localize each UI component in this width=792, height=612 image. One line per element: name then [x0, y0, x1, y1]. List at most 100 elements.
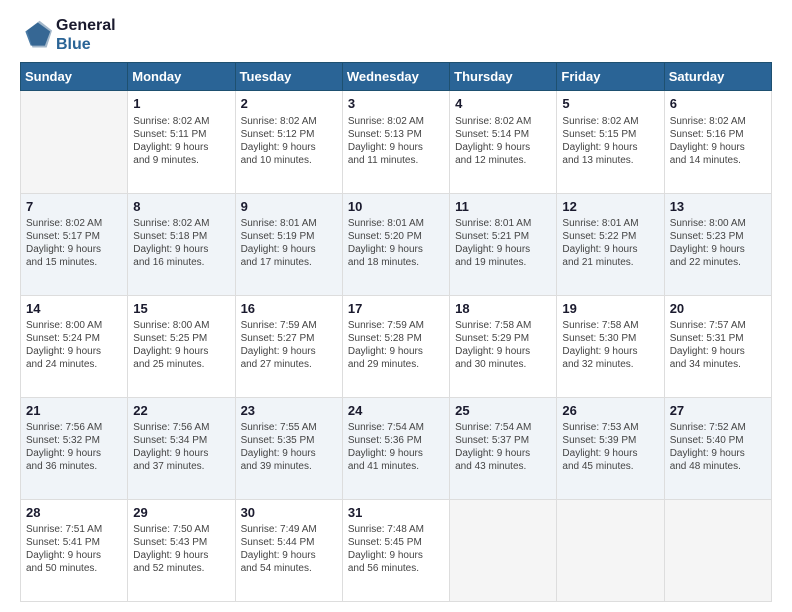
logo-text: General Blue	[56, 16, 116, 54]
day-info: Sunrise: 8:02 AM Sunset: 5:14 PM Dayligh…	[455, 115, 551, 167]
day-info: Sunrise: 7:58 AM Sunset: 5:29 PM Dayligh…	[455, 319, 551, 371]
calendar-day-cell	[557, 499, 664, 601]
weekday-header-tuesday: Tuesday	[235, 63, 342, 91]
calendar-table: SundayMondayTuesdayWednesdayThursdayFrid…	[20, 62, 772, 602]
calendar-day-cell: 13Sunrise: 8:00 AM Sunset: 5:23 PM Dayli…	[664, 193, 771, 295]
calendar-day-cell: 26Sunrise: 7:53 AM Sunset: 5:39 PM Dayli…	[557, 397, 664, 499]
day-info: Sunrise: 7:54 AM Sunset: 5:37 PM Dayligh…	[455, 421, 551, 473]
weekday-header-monday: Monday	[128, 63, 235, 91]
day-number: 15	[133, 300, 229, 318]
day-info: Sunrise: 7:50 AM Sunset: 5:43 PM Dayligh…	[133, 523, 229, 575]
day-info: Sunrise: 7:59 AM Sunset: 5:27 PM Dayligh…	[241, 319, 337, 371]
day-info: Sunrise: 7:58 AM Sunset: 5:30 PM Dayligh…	[562, 319, 658, 371]
weekday-header-thursday: Thursday	[450, 63, 557, 91]
day-number: 27	[670, 402, 766, 420]
calendar-day-cell: 6 Sunrise: 8:02 AM Sunset: 5:16 PM Daylig…	[664, 91, 771, 193]
day-number: 16	[241, 300, 337, 318]
calendar-week-row: 21Sunrise: 7:56 AM Sunset: 5:32 PM Dayli…	[21, 397, 772, 499]
calendar-day-cell	[21, 91, 128, 193]
day-info: Sunrise: 8:02 AM Sunset: 5:18 PM Dayligh…	[133, 217, 229, 269]
weekday-header-friday: Friday	[557, 63, 664, 91]
day-info: Sunrise: 8:00 AM Sunset: 5:23 PM Dayligh…	[670, 217, 766, 269]
day-number: 13	[670, 198, 766, 216]
day-info: Sunrise: 7:48 AM Sunset: 5:45 PM Dayligh…	[348, 523, 444, 575]
calendar-day-cell: 15Sunrise: 8:00 AM Sunset: 5:25 PM Dayli…	[128, 295, 235, 397]
calendar-day-cell: 21Sunrise: 7:56 AM Sunset: 5:32 PM Dayli…	[21, 397, 128, 499]
calendar-day-cell: 25Sunrise: 7:54 AM Sunset: 5:37 PM Dayli…	[450, 397, 557, 499]
day-number: 10	[348, 198, 444, 216]
day-number: 8	[133, 198, 229, 216]
calendar-day-cell	[664, 499, 771, 601]
calendar-day-cell: 7Sunrise: 8:02 AM Sunset: 5:17 PM Daylig…	[21, 193, 128, 295]
weekday-header-sunday: Sunday	[21, 63, 128, 91]
calendar-day-cell: 9Sunrise: 8:01 AM Sunset: 5:19 PM Daylig…	[235, 193, 342, 295]
calendar-day-cell: 4Sunrise: 8:02 AM Sunset: 5:14 PM Daylig…	[450, 91, 557, 193]
calendar-day-cell: 10Sunrise: 8:01 AM Sunset: 5:20 PM Dayli…	[342, 193, 449, 295]
day-info: Sunrise: 7:56 AM Sunset: 5:34 PM Dayligh…	[133, 421, 229, 473]
day-info: Sunrise: 8:01 AM Sunset: 5:20 PM Dayligh…	[348, 217, 444, 269]
day-number: 19	[562, 300, 658, 318]
day-number: 18	[455, 300, 551, 318]
calendar-day-cell: 31Sunrise: 7:48 AM Sunset: 5:45 PM Dayli…	[342, 499, 449, 601]
logo: General Blue	[20, 16, 116, 54]
day-number: 26	[562, 402, 658, 420]
header: General Blue	[20, 16, 772, 54]
day-info: Sunrise: 8:01 AM Sunset: 5:21 PM Dayligh…	[455, 217, 551, 269]
page: General Blue SundayMondayTuesdayWednesda…	[0, 0, 792, 612]
calendar-week-row: 7Sunrise: 8:02 AM Sunset: 5:17 PM Daylig…	[21, 193, 772, 295]
day-number: 31	[348, 504, 444, 522]
day-number: 29	[133, 504, 229, 522]
calendar-day-cell: 24Sunrise: 7:54 AM Sunset: 5:36 PM Dayli…	[342, 397, 449, 499]
calendar-header-row: SundayMondayTuesdayWednesdayThursdayFrid…	[21, 63, 772, 91]
day-number: 22	[133, 402, 229, 420]
calendar-day-cell: 14Sunrise: 8:00 AM Sunset: 5:24 PM Dayli…	[21, 295, 128, 397]
day-info: Sunrise: 8:02 AM Sunset: 5:15 PM Dayligh…	[562, 115, 658, 167]
calendar-day-cell: 28Sunrise: 7:51 AM Sunset: 5:41 PM Dayli…	[21, 499, 128, 601]
calendar-week-row: 28Sunrise: 7:51 AM Sunset: 5:41 PM Dayli…	[21, 499, 772, 601]
day-info: Sunrise: 7:51 AM Sunset: 5:41 PM Dayligh…	[26, 523, 122, 575]
day-number: 12	[562, 198, 658, 216]
calendar-day-cell	[450, 499, 557, 601]
day-info: Sunrise: 7:56 AM Sunset: 5:32 PM Dayligh…	[26, 421, 122, 473]
day-number: 2	[241, 95, 337, 113]
calendar-day-cell: 19Sunrise: 7:58 AM Sunset: 5:30 PM Dayli…	[557, 295, 664, 397]
day-number: 17	[348, 300, 444, 318]
calendar-week-row: 14Sunrise: 8:00 AM Sunset: 5:24 PM Dayli…	[21, 295, 772, 397]
day-number: 25	[455, 402, 551, 420]
day-info: Sunrise: 7:53 AM Sunset: 5:39 PM Dayligh…	[562, 421, 658, 473]
day-number: 6	[670, 95, 766, 113]
calendar-day-cell: 11Sunrise: 8:01 AM Sunset: 5:21 PM Dayli…	[450, 193, 557, 295]
day-number: 30	[241, 504, 337, 522]
calendar-day-cell: 30Sunrise: 7:49 AM Sunset: 5:44 PM Dayli…	[235, 499, 342, 601]
day-info: Sunrise: 7:54 AM Sunset: 5:36 PM Dayligh…	[348, 421, 444, 473]
logo-icon	[20, 19, 52, 51]
day-number: 3	[348, 95, 444, 113]
calendar-day-cell: 27Sunrise: 7:52 AM Sunset: 5:40 PM Dayli…	[664, 397, 771, 499]
calendar-day-cell: 16Sunrise: 7:59 AM Sunset: 5:27 PM Dayli…	[235, 295, 342, 397]
calendar-day-cell: 20Sunrise: 7:57 AM Sunset: 5:31 PM Dayli…	[664, 295, 771, 397]
calendar-day-cell: 1 Sunrise: 8:02 AM Sunset: 5:11 PM Daylig…	[128, 91, 235, 193]
day-info: Sunrise: 8:00 AM Sunset: 5:25 PM Dayligh…	[133, 319, 229, 371]
calendar-day-cell: 5 Sunrise: 8:02 AM Sunset: 5:15 PM Daylig…	[557, 91, 664, 193]
day-info: Sunrise: 8:01 AM Sunset: 5:19 PM Dayligh…	[241, 217, 337, 269]
day-info: Sunrise: 8:02 AM Sunset: 5:17 PM Dayligh…	[26, 217, 122, 269]
day-number: 23	[241, 402, 337, 420]
day-info: Sunrise: 8:00 AM Sunset: 5:24 PM Dayligh…	[26, 319, 122, 371]
day-number: 5	[562, 95, 658, 113]
day-number: 9	[241, 198, 337, 216]
calendar-day-cell: 17Sunrise: 7:59 AM Sunset: 5:28 PM Dayli…	[342, 295, 449, 397]
day-info: Sunrise: 8:02 AM Sunset: 5:11 PM Dayligh…	[133, 115, 229, 167]
day-number: 21	[26, 402, 122, 420]
weekday-header-wednesday: Wednesday	[342, 63, 449, 91]
weekday-header-saturday: Saturday	[664, 63, 771, 91]
day-number: 1	[133, 95, 229, 113]
calendar-day-cell: 2 Sunrise: 8:02 AM Sunset: 5:12 PM Daylig…	[235, 91, 342, 193]
day-info: Sunrise: 8:02 AM Sunset: 5:16 PM Dayligh…	[670, 115, 766, 167]
day-info: Sunrise: 8:01 AM Sunset: 5:22 PM Dayligh…	[562, 217, 658, 269]
day-info: Sunrise: 7:49 AM Sunset: 5:44 PM Dayligh…	[241, 523, 337, 575]
day-info: Sunrise: 8:02 AM Sunset: 5:12 PM Dayligh…	[241, 115, 337, 167]
calendar-day-cell: 18Sunrise: 7:58 AM Sunset: 5:29 PM Dayli…	[450, 295, 557, 397]
calendar-day-cell: 12Sunrise: 8:01 AM Sunset: 5:22 PM Dayli…	[557, 193, 664, 295]
calendar-week-row: 1 Sunrise: 8:02 AM Sunset: 5:11 PM Daylig…	[21, 91, 772, 193]
calendar-day-cell: 8Sunrise: 8:02 AM Sunset: 5:18 PM Daylig…	[128, 193, 235, 295]
